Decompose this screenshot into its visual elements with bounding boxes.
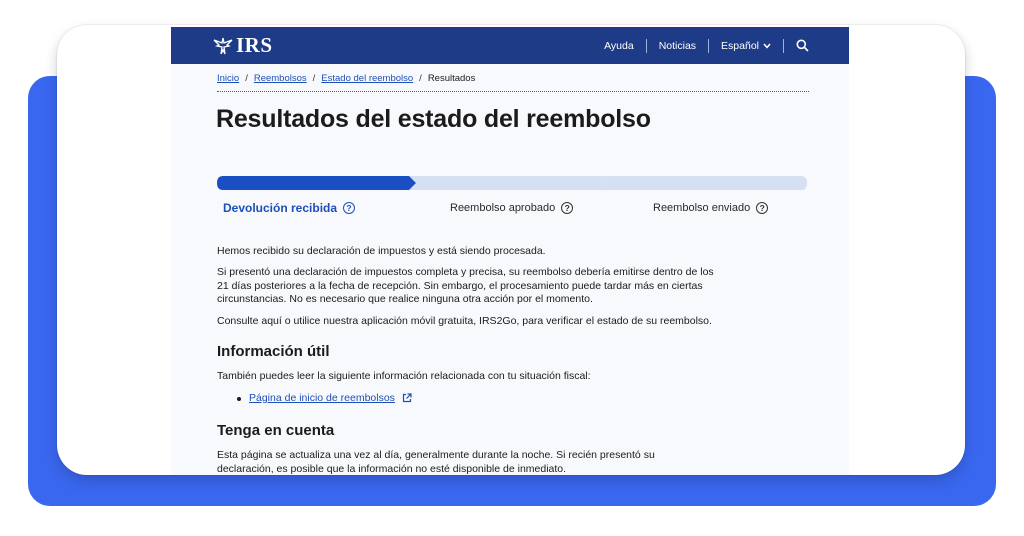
useful-info-text: También puedes leer la siguiente informa… [217, 370, 591, 383]
page-title: Resultados del estado del reembolso [216, 105, 651, 133]
header-nav: Ayuda Noticias Español [604, 38, 809, 53]
app-info: Consulte aquí o utilice nuestra aplicaci… [217, 314, 712, 327]
note-text-line: declaración, es posible que la informaci… [217, 462, 567, 475]
breadcrumb: Inicio / Reembolsos / Estado del reembol… [217, 73, 849, 84]
breadcrumb-refund-status[interactable]: Estado del reembolso [321, 73, 413, 84]
step-refund-received[interactable]: Devolución recibida ? [223, 201, 356, 215]
logo-text: IRS [236, 33, 273, 57]
step-refund-sent[interactable]: Reembolso enviado ? [653, 202, 769, 214]
irs-page: IRS Ayuda Noticias Español Inicio / Reem… [171, 27, 849, 475]
processing-info-line: circunstancias. No es necesario que real… [217, 293, 593, 306]
external-link-icon [402, 393, 412, 403]
help-circle-icon[interactable]: ? [756, 202, 769, 214]
note-text: Esta página se actualiza una vez al día,… [217, 449, 777, 475]
progress-steps: Devolución recibida ? Reembolso aprobado… [217, 199, 807, 219]
nav-divider [708, 38, 710, 53]
progress-step-2-segment [409, 176, 608, 190]
help-circle-icon[interactable]: ? [561, 202, 574, 214]
processing-info-line: 21 días posteriores a la fecha de recepc… [217, 279, 703, 292]
breadcrumb-separator: / [245, 73, 248, 84]
nav-divider [783, 38, 784, 53]
list-item: Página de inicio de reembolsos [237, 392, 777, 405]
step-label: Reembolso enviado [653, 202, 751, 214]
step-refund-approved[interactable]: Reembolso aprobado ? [450, 202, 574, 214]
site-header: IRS Ayuda Noticias Español [171, 27, 849, 64]
useful-info-heading: Información útil [217, 343, 330, 361]
note-text-line: Esta página se actualiza una vez al día,… [217, 449, 655, 462]
search-button[interactable] [796, 39, 809, 52]
nav-news-link[interactable]: Noticias [659, 40, 696, 52]
useful-links-list: Página de inicio de reembolsos [237, 392, 777, 405]
language-label: Español [721, 39, 759, 52]
breadcrumb-refunds[interactable]: Reembolsos [254, 73, 307, 84]
processing-info: Si presentó una declaración de impuestos… [217, 266, 777, 306]
progress-bar [217, 176, 807, 190]
status-message: Hemos recibido su declaración de impuest… [217, 245, 546, 257]
screenshot-card: IRS Ayuda Noticias Español Inicio / Reem… [57, 25, 965, 475]
main-content: Hemos recibido su declaración de impuest… [217, 245, 777, 475]
help-circle-icon[interactable]: ? [343, 202, 356, 214]
nav-help-link[interactable]: Ayuda [604, 40, 634, 52]
language-selector[interactable]: Español [721, 40, 771, 52]
progress-step-3-segment [601, 176, 807, 190]
bullet [237, 396, 241, 401]
breadcrumb-home[interactable]: Inicio [217, 73, 239, 84]
progress-step-1-segment [217, 176, 416, 190]
breadcrumb-current: Resultados [427, 73, 476, 84]
breadcrumb-separator: / [419, 73, 422, 84]
chevron-down-icon [763, 43, 771, 49]
note-heading: Tenga en cuenta [217, 422, 335, 440]
breadcrumb-divider [217, 91, 809, 92]
search-icon [796, 39, 809, 52]
nav-divider [645, 38, 647, 53]
step-label: Reembolso aprobado [450, 202, 556, 214]
breadcrumb-separator: / [312, 73, 316, 84]
refunds-home-link[interactable]: Página de inicio de reembolsos [249, 392, 395, 404]
irs-logo[interactable]: IRS [213, 33, 273, 58]
processing-info-line: Si presentó una declaración de impuestos… [217, 266, 714, 279]
eagle-logo-icon [213, 37, 233, 54]
step-label: Devolución recibida [223, 201, 338, 215]
